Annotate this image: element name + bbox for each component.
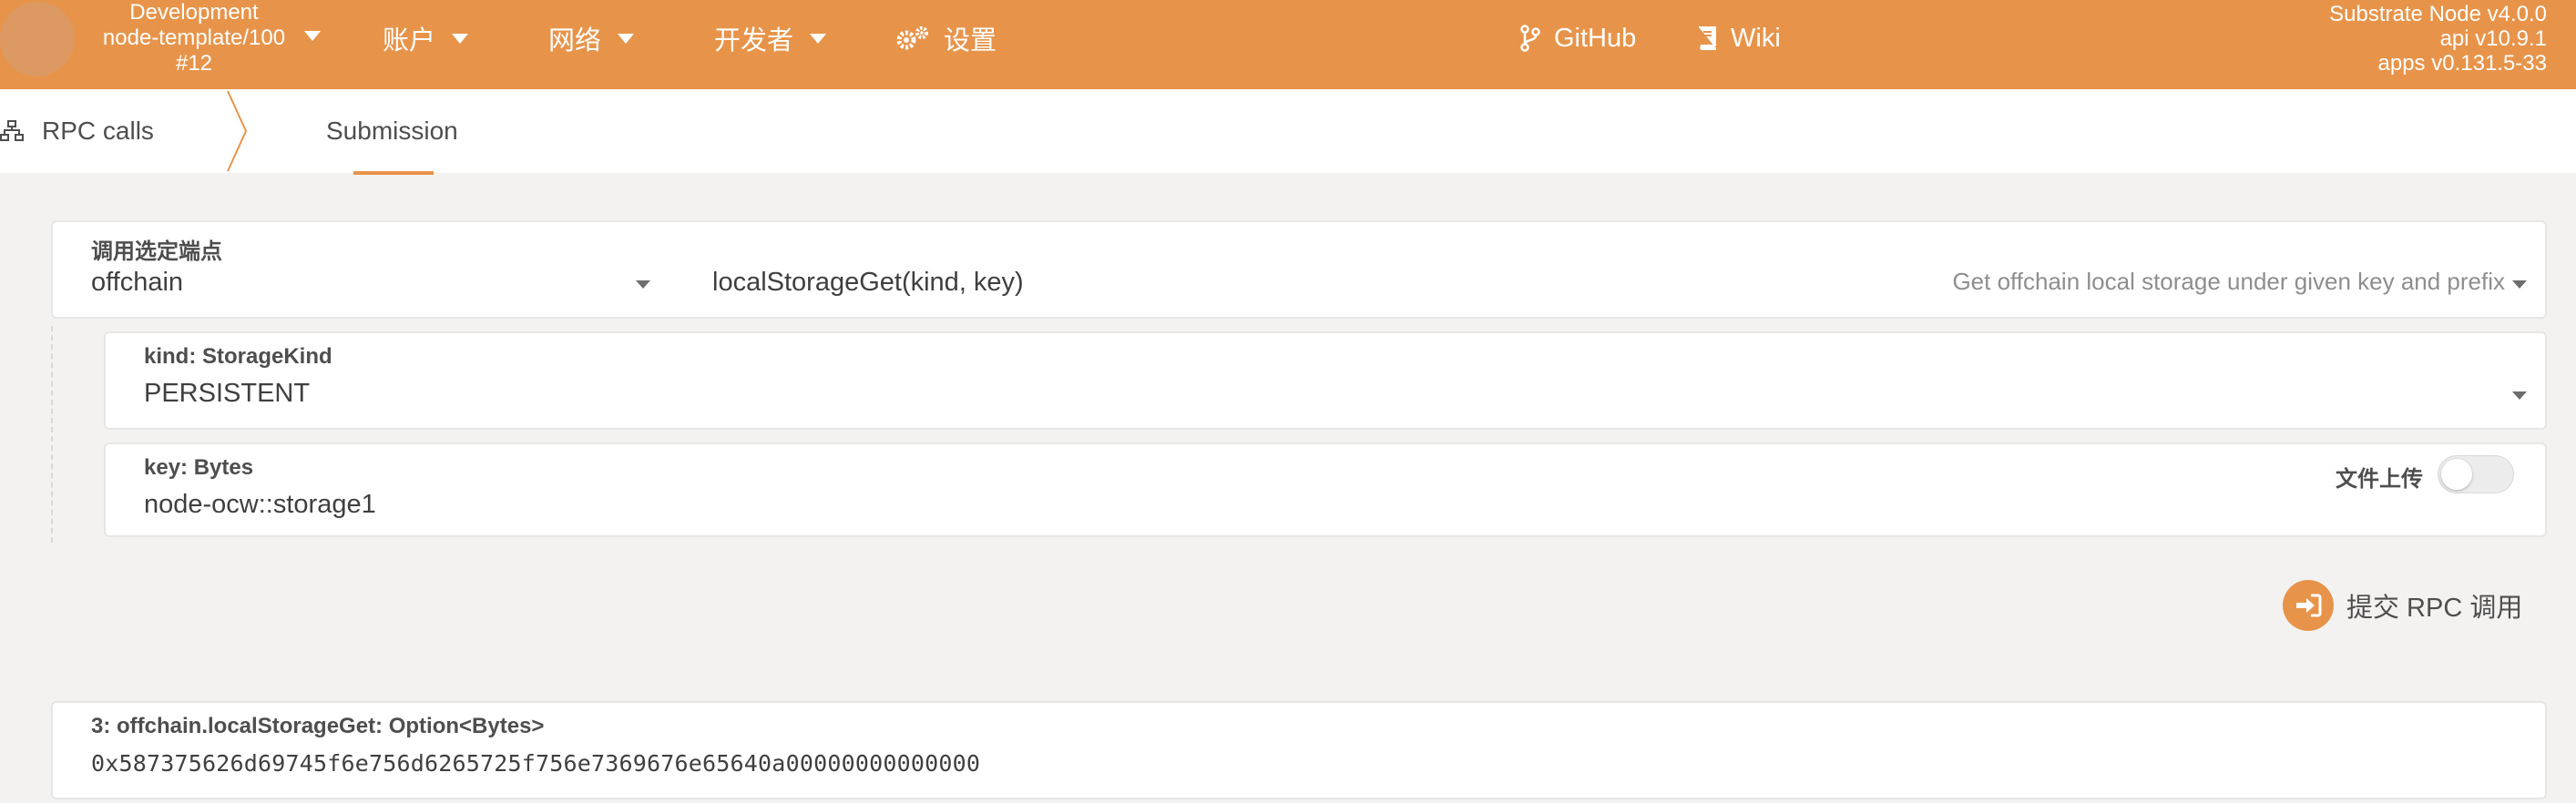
node-version: Substrate Node v4.0.0 xyxy=(2329,2,2547,26)
chevron-down-icon xyxy=(810,33,827,44)
result-value: 0x587375626d69745f6e756d6265725f756e7369… xyxy=(91,750,981,777)
menu-settings[interactable]: 设置 xyxy=(894,20,997,56)
menu-developer-label: 开发者 xyxy=(714,26,794,56)
chevron-down-icon[interactable] xyxy=(636,280,650,289)
wiki-link[interactable]: Wiki xyxy=(1696,20,1781,56)
tab-separator-chevron xyxy=(227,90,248,172)
apps-version: apps v0.131.5-33 xyxy=(2377,51,2547,76)
chain-name: Development xyxy=(129,0,259,25)
params-indent-line xyxy=(51,326,53,543)
active-tab-indicator xyxy=(353,171,434,175)
github-label: GitHub xyxy=(1554,23,1637,53)
param-kind-dropdown[interactable]: PERSISTENT xyxy=(144,379,310,409)
menu-network-label: 网络 xyxy=(548,26,602,56)
menu-network[interactable]: 网络 xyxy=(548,20,635,56)
sitemap-icon xyxy=(0,120,24,141)
menu-settings-label: 设置 xyxy=(944,26,997,56)
param-key-input[interactable]: node-ocw::storage1 xyxy=(144,490,376,520)
file-upload-toggle[interactable] xyxy=(2438,455,2514,493)
git-branch-icon xyxy=(1520,25,1540,52)
param-kind-label: kind: StorageKind xyxy=(144,344,332,369)
tab-rpc-calls-label: RPC calls xyxy=(42,117,154,145)
param-kind-card[interactable]: kind: StorageKind PERSISTENT xyxy=(104,331,2547,430)
result-card: 3: offchain.localStorageGet: Option<Byte… xyxy=(51,701,2547,799)
chevron-down-icon[interactable] xyxy=(304,31,321,41)
menu-developer[interactable]: 开发者 xyxy=(714,20,827,56)
submit-rpc-button[interactable]: 提交 RPC 调用 xyxy=(2283,579,2522,632)
tabs-bar: RPC calls Submission xyxy=(0,89,2576,175)
chain-selector[interactable]: Development node-template/100 #12 xyxy=(89,0,299,76)
toggle-knob xyxy=(2441,459,2472,490)
sign-in-icon xyxy=(2283,580,2334,631)
chevron-down-icon[interactable] xyxy=(2512,280,2527,289)
menu-accounts[interactable]: 账户 xyxy=(383,20,469,56)
node-name: node-template/100 xyxy=(102,25,286,50)
book-icon xyxy=(1699,26,1716,50)
chevron-down-icon[interactable] xyxy=(2512,391,2527,400)
submit-rpc-label: 提交 RPC 调用 xyxy=(2346,594,2523,623)
best-block: #12 xyxy=(175,51,213,76)
result-label: 3: offchain.localStorageGet: Option<Byte… xyxy=(91,714,545,738)
chevron-down-icon xyxy=(452,33,469,44)
method-description: Get offchain local storage under given k… xyxy=(1952,268,2505,295)
method-dropdown[interactable]: localStorageGet(kind, key) xyxy=(712,268,1024,298)
gears-icon xyxy=(896,26,928,50)
api-version: api v10.9.1 xyxy=(2439,26,2547,51)
chevron-down-icon xyxy=(618,33,635,44)
param-key-label: key: Bytes xyxy=(144,455,254,480)
menu-accounts-label: 账户 xyxy=(383,26,436,56)
endpoint-label: 调用选定端点 xyxy=(91,239,222,264)
github-link[interactable]: GitHub xyxy=(1519,20,1636,56)
endpoint-selector-card: 调用选定端点 offchain localStorageGet(kind, ke… xyxy=(51,220,2547,319)
tab-submission[interactable]: Submission xyxy=(326,89,458,173)
version-info: Substrate Node v4.0.0 api v10.9.1 apps v… xyxy=(2329,2,2547,76)
param-key-card: key: Bytes node-ocw::storage1 文件上传 xyxy=(104,442,2547,537)
top-navigation-bar: Development node-template/100 #12 账户 网络 … xyxy=(0,0,2576,89)
file-upload-label: 文件上传 xyxy=(2336,467,2423,492)
wiki-label: Wiki xyxy=(1731,23,1781,53)
section-dropdown[interactable]: offchain xyxy=(91,268,183,298)
chain-logo[interactable] xyxy=(0,2,75,76)
tab-rpc-calls[interactable]: RPC calls xyxy=(0,89,154,173)
tab-submission-label: Submission xyxy=(326,117,458,145)
